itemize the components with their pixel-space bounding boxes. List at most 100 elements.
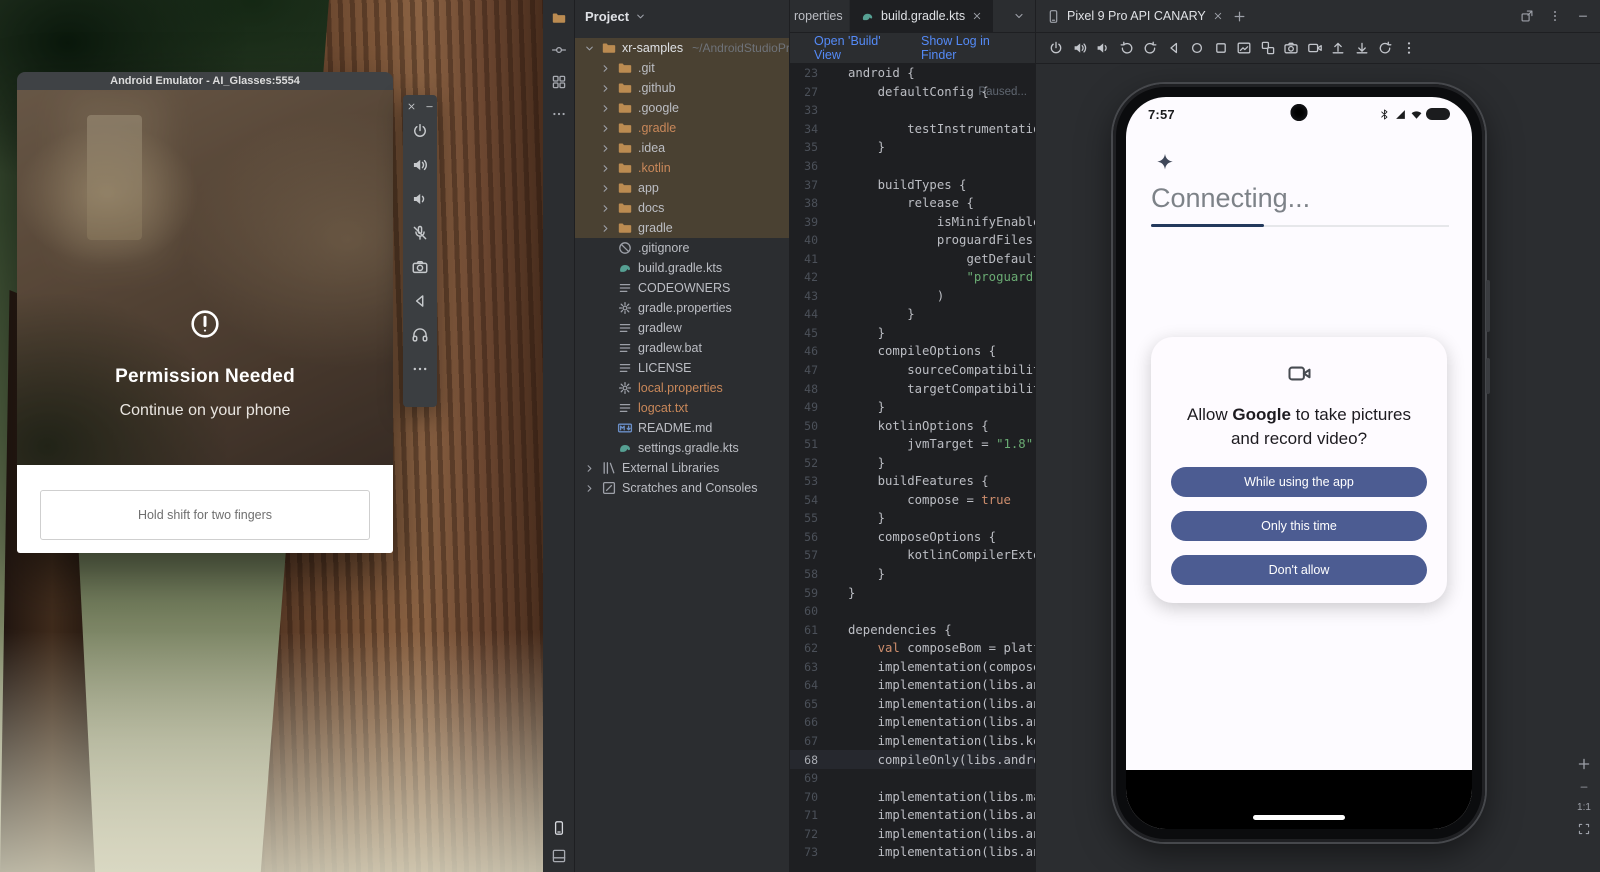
chev-r-icon[interactable] [599,102,612,115]
chev-r-icon[interactable] [599,122,612,135]
tree-item-docs[interactable]: docs [575,198,789,218]
float-icon[interactable] [1520,9,1534,23]
code-editor[interactable]: 23android {27 defaultConfig {Paused...33… [790,64,1035,872]
tree-item-github[interactable]: .github [575,78,789,98]
structure-icon[interactable] [551,74,567,90]
tab-gradle-properties[interactable]: roperties [790,0,850,32]
code-line[interactable]: 65 implementation(libs.andr [790,695,1035,714]
zoom-reset-label[interactable]: 1:1 [1577,802,1591,813]
tree-item-readme-md[interactable]: README.md [575,418,789,438]
close-tab-icon[interactable] [1212,10,1224,22]
volume-up-icon[interactable] [1072,40,1088,56]
code-line[interactable]: 58 } [790,565,1035,584]
tab-build-gradle-kts[interactable]: build.gradle.kts [850,0,993,32]
tree-item-settings-gradle-kts[interactable]: settings.gradle.kts [575,438,789,458]
power-icon[interactable] [411,122,429,140]
code-line[interactable]: 53 buildFeatures { [790,472,1035,491]
video-icon[interactable] [1307,40,1323,56]
tree-item-app[interactable]: app [575,178,789,198]
dialog-button-only-this-time[interactable]: Only this time [1171,511,1427,541]
folder-icon[interactable] [551,10,567,26]
tab-list-button[interactable] [1003,0,1035,32]
chev-r-icon[interactable] [599,202,612,215]
code-line[interactable]: 38 release { [790,194,1035,213]
power-icon[interactable] [1048,40,1064,56]
code-line[interactable]: 27 defaultConfig {Paused... [790,83,1035,102]
phone-screen[interactable]: 7:57 Connecting... Allow Google to take … [1126,97,1472,829]
tree-item-scratches-and-consoles[interactable]: Scratches and Consoles [575,478,789,498]
more-h-icon[interactable] [411,360,429,378]
code-line[interactable]: 63 implementation(composeBo [790,658,1035,677]
code-line[interactable]: 56 composeOptions { [790,528,1035,547]
volume-down-icon[interactable] [411,190,429,208]
tree-item-gradlew-bat[interactable]: gradlew.bat [575,338,789,358]
tree-item-local-properties[interactable]: local.properties [575,378,789,398]
chevron-down-icon[interactable] [634,10,647,23]
back-tri-icon[interactable] [1166,40,1182,56]
code-line[interactable]: 51 jvmTarget = "1.8" [790,435,1035,454]
tree-item-git[interactable]: .git [575,58,789,78]
more-v-icon[interactable] [1401,40,1417,56]
screenshot-icon[interactable] [1236,40,1252,56]
tree-item-idea[interactable]: .idea [575,138,789,158]
camera-icon[interactable] [1283,40,1299,56]
tree-item-logcat-txt[interactable]: logcat.txt [575,398,789,418]
rotate-l-icon[interactable] [1119,40,1135,56]
code-line[interactable]: 40 proguardFiles( [790,231,1035,250]
zoom-to-fit-icon[interactable] [1577,822,1591,836]
code-line[interactable]: 52 } [790,453,1035,472]
code-line[interactable]: 46 compileOptions { [790,342,1035,361]
code-line[interactable]: 62 val composeBom = platfor [790,639,1035,658]
code-line[interactable]: 35 } [790,138,1035,157]
code-line[interactable]: 23android { [790,64,1035,83]
back-tri-icon[interactable] [411,292,429,310]
code-line[interactable]: 55 } [790,509,1035,528]
zoom-in-icon[interactable] [1576,756,1592,772]
code-line[interactable]: 61dependencies { [790,620,1035,639]
code-line[interactable]: 45 } [790,324,1035,343]
code-line[interactable]: 68 compileOnly(libs.android [790,750,1035,769]
emulator-screen[interactable]: Permission Needed Continue on your phone [17,90,393,465]
overview-icon[interactable] [1213,40,1229,56]
tree-item-license[interactable]: LICENSE [575,358,789,378]
code-line[interactable]: 36 [790,157,1035,176]
device-icon[interactable] [551,820,567,836]
tree-item-gitignore[interactable]: .gitignore [575,238,789,258]
hier-icon[interactable] [1260,40,1276,56]
code-line[interactable]: 67 implementation(libs.kotl [790,732,1035,751]
code-line[interactable]: 72 implementation(libs.andr [790,824,1035,843]
minus-icon[interactable] [424,101,435,112]
minus-icon[interactable] [1576,9,1590,23]
code-line[interactable]: 50 kotlinOptions { [790,416,1035,435]
code-line[interactable]: 37 buildTypes { [790,175,1035,194]
commit-icon[interactable] [551,42,567,58]
panel-icon[interactable] [551,848,567,864]
project-header[interactable]: Project [575,0,789,33]
tree-item-codeowners[interactable]: CODEOWNERS [575,278,789,298]
code-line[interactable]: 64 implementation(libs.andr [790,676,1035,695]
volume-down-icon[interactable] [1095,40,1111,56]
volume-up-icon[interactable] [411,156,429,174]
chev-d-icon[interactable] [583,42,596,55]
chev-r-icon[interactable] [583,462,596,475]
chev-r-icon[interactable] [599,222,612,235]
tree-item-google[interactable]: .google [575,98,789,118]
close-icon[interactable] [406,101,417,112]
code-line[interactable]: 57 kotlinCompilerExtens [790,546,1035,565]
upload-icon[interactable] [1330,40,1346,56]
chev-r-icon[interactable] [583,482,596,495]
code-line[interactable]: 47 sourceCompatibility [790,361,1035,380]
code-line[interactable]: 66 implementation(libs.andr [790,713,1035,732]
add-device-tab-icon[interactable] [1232,9,1247,24]
code-line[interactable]: 60 [790,602,1035,621]
chev-r-icon[interactable] [599,62,612,75]
emulator-title-bar[interactable]: Android Emulator - AI_Glasses:5554 [17,72,393,90]
camera-icon[interactable] [411,258,429,276]
code-line[interactable]: 70 implementation(libs.mate [790,787,1035,806]
tree-item-external-libraries[interactable]: External Libraries [575,458,789,478]
tree-item-xr-samples[interactable]: xr-samples~/AndroidStudioProj [575,38,789,58]
home-indicator[interactable] [1253,815,1345,820]
dialog-button-while-using-the-app[interactable]: While using the app [1171,467,1427,497]
tree-item-gradle-properties[interactable]: gradle.properties [575,298,789,318]
download-icon[interactable] [1354,40,1370,56]
